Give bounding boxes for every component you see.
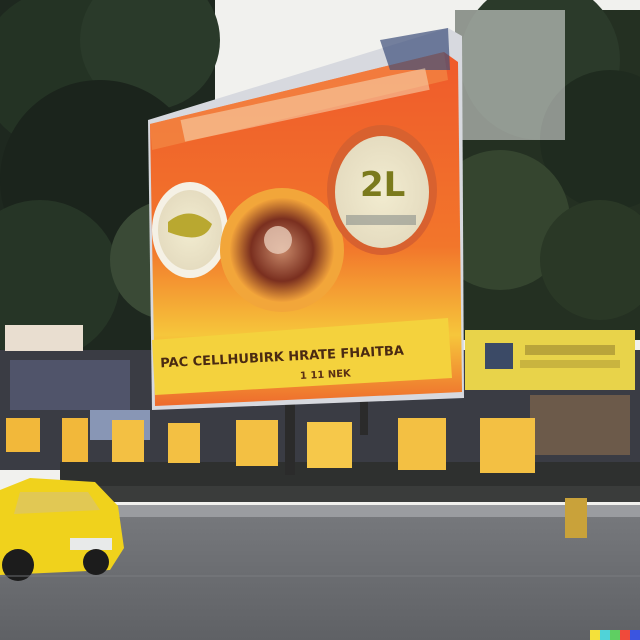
taxi-wheel: [83, 549, 109, 575]
yellow-taxi: [0, 478, 124, 581]
road-marking: [0, 575, 640, 577]
food-bowl-left: [152, 182, 228, 278]
color-strip: [590, 630, 640, 640]
food-bowl-center: [220, 188, 344, 312]
bowl-right-label: 2L: [360, 165, 405, 205]
billboard-pole: [285, 395, 295, 475]
scene-illustration: 2L PAC CELLHUBIRK HRATE FHAITBA 1 11 NEK: [0, 0, 640, 640]
street-scene: 2L PAC CELLHUBIRK HRATE FHAITBA 1 11 NEK: [0, 0, 640, 640]
